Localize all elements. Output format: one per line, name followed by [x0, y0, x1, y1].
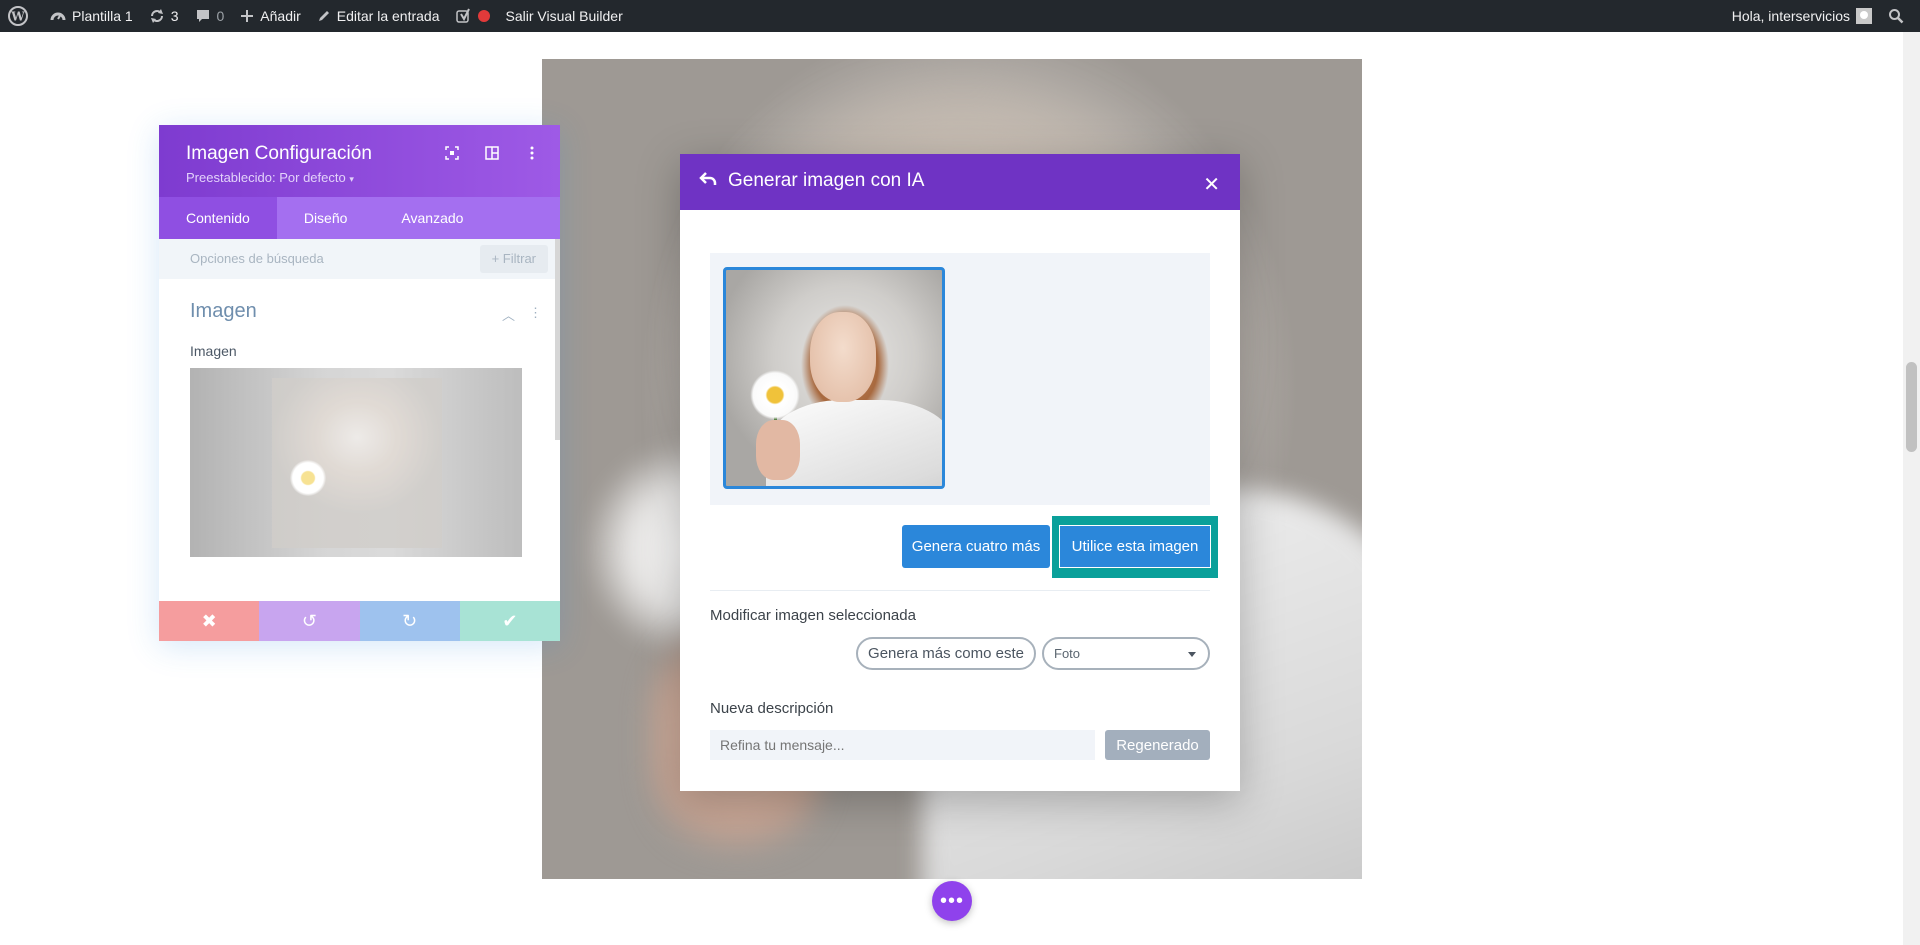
- save-button[interactable]: ✔: [459, 601, 560, 641]
- search-icon: [1889, 9, 1904, 24]
- check-icon: ✔: [502, 610, 518, 631]
- kebab-menu-icon[interactable]: [524, 145, 540, 161]
- filter-button[interactable]: + Filtrar: [479, 245, 548, 273]
- split-view-icon[interactable]: [484, 145, 500, 161]
- comments-count: 0: [216, 8, 225, 24]
- filter-label: Filtrar: [502, 251, 536, 266]
- updates-count: 3: [170, 8, 179, 24]
- redo-button[interactable]: ↻: [359, 601, 460, 641]
- svg-text:W: W: [10, 10, 25, 24]
- add-new-label: Añadir: [260, 8, 301, 24]
- generated-images-gallery: [710, 253, 1210, 505]
- fullscreen-icon[interactable]: [444, 145, 460, 161]
- style-select-value: Foto: [1054, 646, 1081, 661]
- admin-bar: W Plantilla 1 3 0 Añadir Editar la entra…: [0, 0, 1920, 32]
- style-select[interactable]: Foto: [1042, 637, 1210, 670]
- modify-selected-label: Modificar imagen seleccionada: [710, 607, 916, 624]
- panel-tabs: Contenido Diseño Avanzado: [159, 197, 560, 239]
- image-settings-panel: Imagen Configuración Preestablecido: Por…: [159, 125, 560, 641]
- image-upload-preview[interactable]: [190, 368, 522, 557]
- tab-avanzado[interactable]: Avanzado: [374, 197, 490, 239]
- comments-link[interactable]: 0: [187, 0, 233, 32]
- edit-post-label: Editar la entrada: [336, 8, 440, 24]
- cancel-button[interactable]: ✖: [159, 601, 260, 641]
- dots-icon: •••: [939, 889, 964, 912]
- exit-visual-builder-label: Salir Visual Builder: [505, 8, 623, 24]
- panel-header[interactable]: Imagen Configuración Preestablecido: Por…: [159, 125, 560, 197]
- dashboard-icon: [50, 12, 66, 21]
- more-options-button[interactable]: •••: [932, 881, 972, 921]
- preset-label: Preestablecido: Por defecto: [186, 170, 346, 185]
- use-image-highlight: Utilice esta imagen: [1052, 516, 1218, 578]
- comment-icon: [196, 10, 209, 22]
- site-name-link[interactable]: Plantilla 1: [42, 0, 141, 32]
- back-arrow-icon[interactable]: [699, 171, 717, 192]
- modal-header: Generar imagen con IA ✕: [680, 154, 1240, 210]
- panel-scrollbar[interactable]: [555, 239, 560, 440]
- tab-diseno[interactable]: Diseño: [277, 197, 375, 239]
- account-link[interactable]: Hola, interservicios: [1724, 0, 1880, 32]
- collapse-chevron-icon[interactable]: ︿: [502, 305, 515, 324]
- image-field-label: Imagen: [190, 343, 237, 359]
- options-search-input[interactable]: Opciones de búsqueda: [190, 251, 324, 266]
- edit-post-link[interactable]: Editar la entrada: [309, 0, 448, 32]
- wordpress-logo[interactable]: W: [0, 0, 42, 32]
- options-search[interactable]: Opciones de búsqueda + Filtrar: [159, 239, 560, 279]
- panel-title: Imagen Configuración: [186, 143, 372, 164]
- yoast-link[interactable]: [448, 0, 498, 32]
- section-menu-icon[interactable]: ⋮: [529, 305, 542, 324]
- caret-down-icon: ▾: [349, 174, 354, 184]
- avatar: [1856, 8, 1872, 24]
- description-input[interactable]: [710, 730, 1095, 760]
- site-name: Plantilla 1: [72, 8, 133, 24]
- modal-title: Generar imagen con IA: [728, 170, 925, 191]
- refresh-icon: [150, 9, 163, 23]
- divider: [710, 590, 1210, 591]
- close-icon[interactable]: ✕: [1203, 172, 1220, 197]
- add-new-link[interactable]: Añadir: [232, 0, 308, 32]
- generate-similar-button[interactable]: Genera más como este: [856, 637, 1036, 670]
- pencil-icon: [318, 11, 329, 21]
- section-title[interactable]: Imagen: [190, 300, 257, 323]
- generated-image-thumbnail[interactable]: [723, 267, 945, 489]
- plus-icon: [241, 10, 254, 22]
- caret-down-icon: [1188, 652, 1196, 657]
- ai-image-modal: Generar imagen con IA ✕ Genera cuatro má…: [680, 154, 1240, 791]
- exit-visual-builder-link[interactable]: Salir Visual Builder: [498, 0, 631, 32]
- redo-icon: ↻: [402, 610, 418, 631]
- wordpress-icon: W: [8, 6, 28, 26]
- search-link[interactable]: [1880, 0, 1920, 32]
- plus-icon: +: [491, 251, 500, 266]
- regenerate-button[interactable]: Regenerado: [1105, 730, 1210, 760]
- preset-selector[interactable]: Preestablecido: Por defecto ▾: [186, 170, 354, 185]
- close-icon: ✖: [201, 610, 217, 631]
- page-scrollbar[interactable]: [1903, 32, 1920, 945]
- use-this-image-button[interactable]: Utilice esta imagen: [1059, 525, 1211, 568]
- seo-status-dot: [477, 10, 490, 22]
- yoast-icon: [455, 8, 470, 23]
- undo-icon: ↺: [301, 610, 317, 631]
- undo-button[interactable]: ↺: [259, 601, 360, 641]
- tab-contenido[interactable]: Contenido: [159, 197, 277, 239]
- updates-link[interactable]: 3: [141, 0, 187, 32]
- generate-four-more-button[interactable]: Genera cuatro más: [902, 525, 1050, 568]
- greeting: Hola, interservicios: [1731, 8, 1850, 24]
- new-description-label: Nueva descripción: [710, 700, 834, 717]
- page-scrollbar-thumb[interactable]: [1906, 362, 1917, 452]
